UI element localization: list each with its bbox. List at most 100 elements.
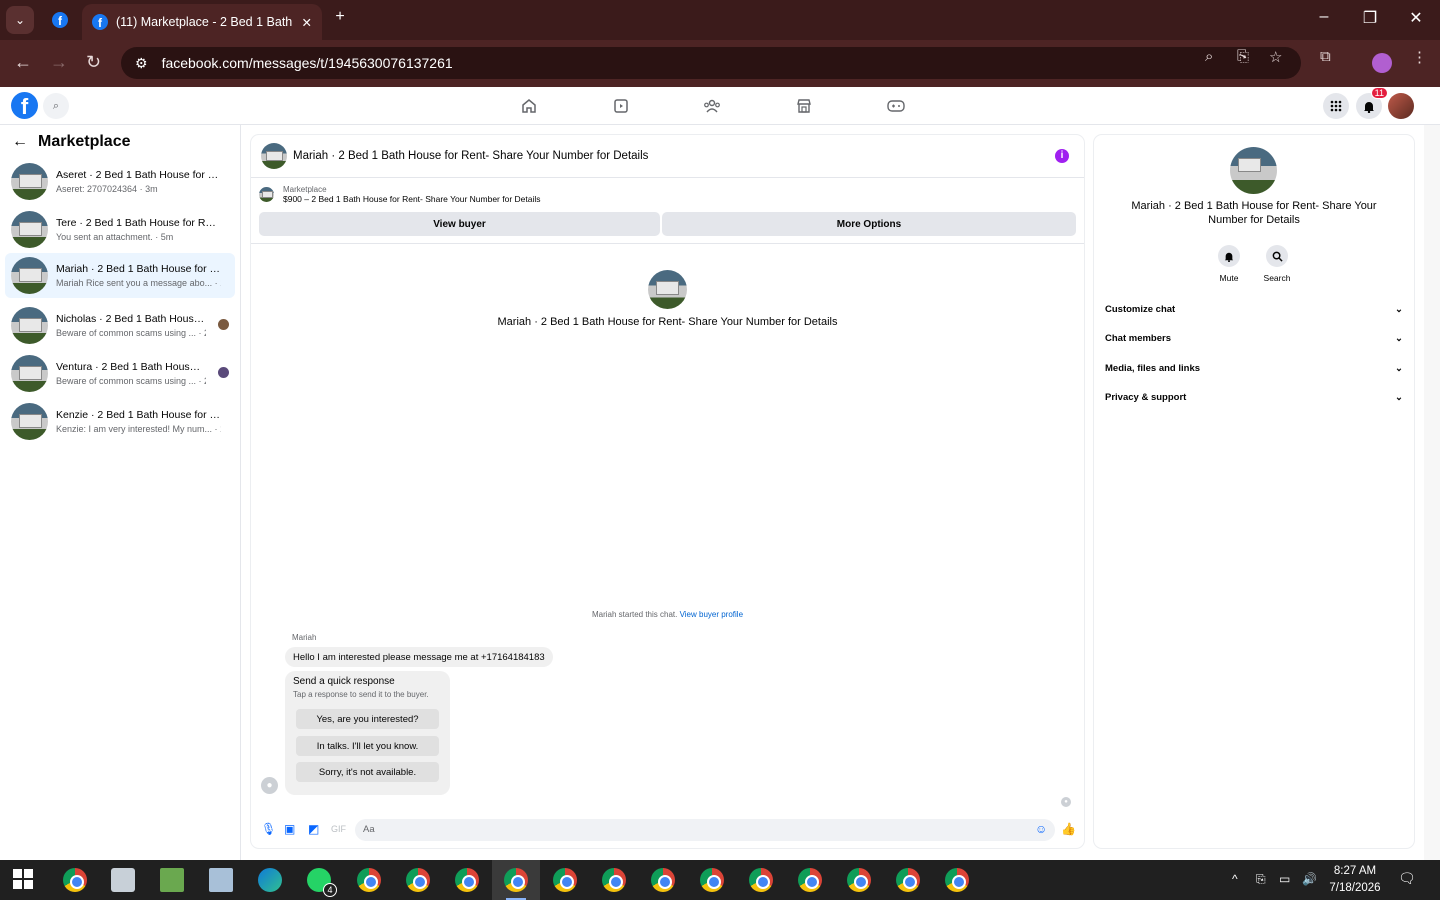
restore-button[interactable]: ❐ — [1358, 8, 1382, 28]
windows-start-icon[interactable] — [12, 868, 36, 892]
mute-button[interactable]: Mute — [1209, 245, 1249, 283]
network-icon[interactable]: ▭ — [1279, 872, 1290, 886]
conversation-name: Kenzie · 2 Bed 1 Bath House for Re... — [56, 409, 221, 421]
more-options-button[interactable]: More Options — [662, 212, 1076, 236]
facebook-icon: f — [92, 14, 108, 30]
edge-icon[interactable] — [258, 868, 282, 892]
system-clock[interactable]: 8:27 AM 7/18/2026 — [1326, 863, 1384, 897]
chrome-icon[interactable] — [847, 868, 871, 892]
message-input[interactable]: Aa — [355, 819, 1055, 841]
section-media-files-links[interactable]: Media, files and links ⌄ — [1105, 358, 1403, 378]
conversation-item[interactable]: Tere · 2 Bed 1 Bath House for Rent-... Yo… — [5, 207, 235, 252]
thumbs-up-icon[interactable]: 👍 — [1061, 822, 1076, 836]
quick-response-button[interactable]: In talks. I'll let you know. — [296, 736, 439, 756]
whatsapp-icon[interactable]: 4 — [307, 868, 337, 897]
back-icon[interactable]: ← — [14, 52, 32, 73]
chrome-icon[interactable] — [896, 868, 920, 892]
address-bar[interactable]: ⚙ facebook.com/messages/t/19456300761372… — [121, 47, 1301, 79]
listing-thumbnail — [1230, 147, 1277, 194]
info-icon[interactable]: i — [1055, 149, 1069, 163]
conversation-item[interactable]: Aseret · 2 Bed 1 Bath House for Re... Ase… — [5, 159, 235, 204]
chrome-icon[interactable] — [553, 868, 577, 892]
chrome-icon[interactable] — [504, 868, 528, 892]
zoom-icon[interactable]: ⌕ — [1205, 48, 1213, 65]
photo-icon[interactable]: ▣ — [284, 822, 295, 836]
sticker-icon[interactable]: ◩ — [308, 822, 319, 836]
notifications-bell-icon[interactable]: 11 — [1356, 87, 1388, 119]
forward-icon[interactable]: → — [50, 52, 68, 73]
listing-summary[interactable]: Marketplace $900 – 2 Bed 1 Bath House fo… — [259, 185, 541, 204]
notepad-icon[interactable] — [160, 868, 184, 892]
app-icon[interactable] — [111, 868, 135, 892]
facebook-logo-icon[interactable]: f — [11, 92, 38, 119]
video-icon[interactable] — [610, 95, 632, 117]
conversation-item[interactable]: Nicholas · 2 Bed 1 Bath House fo... Bewar… — [5, 303, 235, 348]
notification-center-icon[interactable]: 🗨 — [1398, 870, 1416, 887]
conversation-item[interactable]: Kenzie · 2 Bed 1 Bath House for Re... Ken… — [5, 399, 235, 444]
volume-icon[interactable]: 🔊 — [1302, 872, 1317, 886]
conversation-item-selected[interactable]: Mariah · 2 Bed 1 Bath House for Re... Mar… — [5, 253, 235, 298]
device-icon[interactable]: ⎘ — [1256, 872, 1266, 887]
clock-time: 8:27 AM — [1333, 865, 1377, 877]
conversation-preview: Beware of common scams using ... · 21h — [56, 328, 206, 338]
profile-avatar-icon[interactable] — [1372, 53, 1392, 73]
quick-response-button[interactable]: Sorry, it's not available. — [296, 762, 439, 782]
account-avatar[interactable] — [1388, 93, 1414, 119]
chrome-icon[interactable] — [455, 868, 479, 892]
reload-icon[interactable]: ↻ — [86, 52, 101, 73]
section-label: Privacy & support — [1105, 391, 1187, 403]
panel-title: Marketplace — [38, 133, 131, 150]
chrome-icon[interactable] — [798, 868, 822, 892]
close-window-button[interactable]: ✕ — [1404, 8, 1428, 28]
section-label: Chat members — [1105, 332, 1171, 344]
search-icon[interactable]: ⌕ — [43, 93, 69, 119]
tab-search-button[interactable]: ⌄ — [6, 6, 34, 34]
menu-grid-icon[interactable] — [1323, 93, 1349, 119]
chrome-icon[interactable] — [406, 868, 430, 892]
clock-date: 7/18/2026 — [1329, 882, 1381, 894]
section-customize-chat[interactable]: Customize chat ⌄ — [1105, 299, 1403, 319]
chrome-icon[interactable] — [651, 868, 675, 892]
quick-response-button[interactable]: Yes, are you interested? — [296, 709, 439, 729]
conversation-list-panel: ← Marketplace Aseret · 2 Bed 1 Bath Hous… — [0, 125, 241, 860]
section-chat-members[interactable]: Chat members ⌄ — [1105, 328, 1403, 348]
view-buyer-button[interactable]: View buyer — [259, 212, 660, 236]
close-tab-icon[interactable]: ✕ — [302, 15, 312, 30]
chrome-icon[interactable] — [602, 868, 626, 892]
listing-thumbnail[interactable] — [261, 143, 287, 169]
show-hidden-icons[interactable]: ^ — [1232, 872, 1238, 886]
back-arrow-icon[interactable]: ← — [12, 133, 28, 151]
minimize-button[interactable]: – — [1312, 8, 1336, 26]
conversation-item[interactable]: Ventura · 2 Bed 1 Bath House for... Bewar… — [5, 351, 235, 396]
new-tab-button[interactable]: + — [328, 8, 352, 26]
chrome-icon[interactable] — [357, 868, 381, 892]
chat-window: Mariah · 2 Bed 1 Bath House for Rent- Sh… — [251, 135, 1084, 848]
gaming-icon[interactable] — [885, 95, 907, 117]
section-privacy-support[interactable]: Privacy & support ⌄ — [1105, 387, 1403, 407]
marketplace-icon[interactable] — [793, 95, 815, 117]
chrome-icon[interactable] — [700, 868, 724, 892]
chrome-icon[interactable] — [945, 868, 969, 892]
page-scrollbar[interactable] — [1424, 125, 1440, 860]
chat-title[interactable]: Mariah · 2 Bed 1 Bath House for Rent- Sh… — [293, 150, 648, 162]
emoji-icon[interactable]: ☺ — [1035, 822, 1047, 836]
microphone-icon[interactable]: 🎙 — [261, 822, 276, 836]
tab-active[interactable]: f (11) Marketplace - 2 Bed 1 Bath ✕ — [82, 4, 322, 40]
site-info-icon[interactable]: ⚙ — [135, 55, 148, 72]
groups-icon[interactable] — [701, 95, 723, 117]
chrome-icon[interactable] — [63, 868, 87, 892]
install-app-icon[interactable]: ⎘ — [1237, 48, 1249, 65]
extensions-icon[interactable]: ⧉ — [1320, 48, 1331, 65]
search-button[interactable]: Search — [1257, 245, 1297, 283]
tab-pinned-facebook[interactable]: f — [42, 6, 78, 34]
message-bubble[interactable]: Hello I am interested please message me … — [285, 647, 553, 667]
chat-details-panel: Mariah · 2 Bed 1 Bath House for Rent- Sh… — [1094, 135, 1414, 848]
tab-bar: ⌄ f f (11) Marketplace - 2 Bed 1 Bath ✕ … — [0, 0, 1440, 40]
gif-icon[interactable]: GIF — [331, 824, 346, 834]
keyboard-icon[interactable] — [209, 868, 233, 892]
view-buyer-profile-link[interactable]: View buyer profile — [680, 610, 743, 619]
home-icon[interactable] — [518, 95, 540, 117]
chrome-icon[interactable] — [749, 868, 773, 892]
menu-icon[interactable]: ⋮ — [1412, 48, 1427, 66]
bookmark-star-icon[interactable]: ☆ — [1269, 48, 1282, 66]
